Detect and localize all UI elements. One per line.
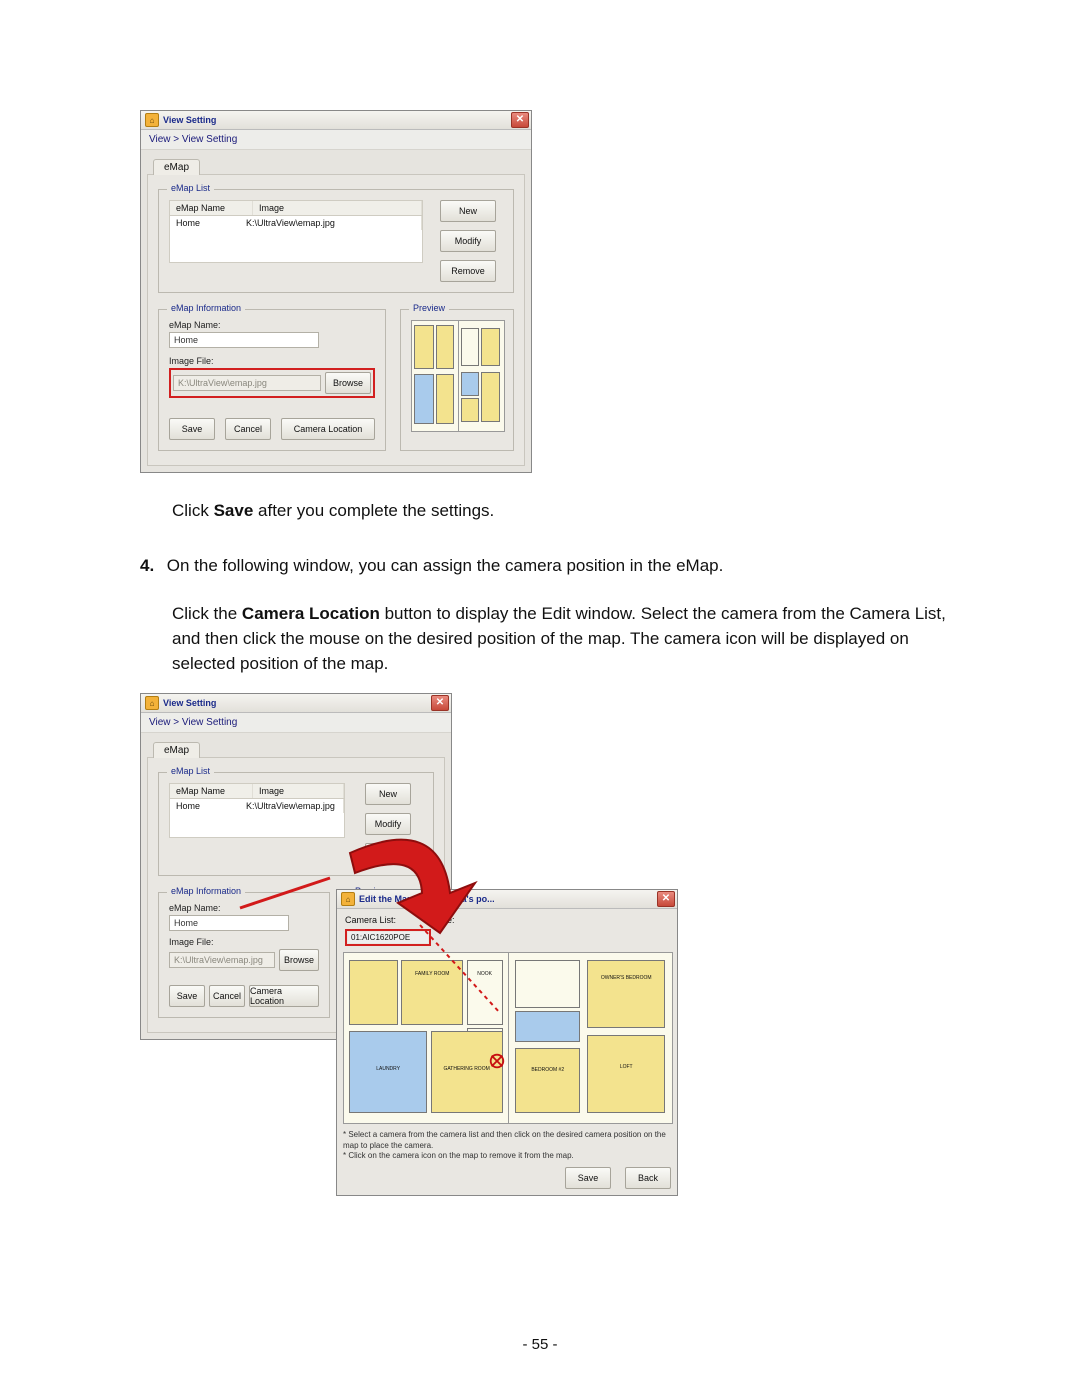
- camera-item-highlight: 01:AIC1620POE: [345, 929, 431, 946]
- tip-2: * Click on the camera icon on the map to…: [343, 1151, 671, 1161]
- cell-name: Home: [176, 218, 246, 228]
- modify-button[interactable]: Modify: [440, 230, 496, 252]
- camera-location-button[interactable]: Camera Location: [249, 985, 319, 1007]
- image-file-field: K:\UltraView\emap.jpg: [169, 952, 275, 968]
- instruction-click-save: Click Save after you complete the settin…: [172, 499, 950, 524]
- window-title: Edit the Map and Camera's po...: [359, 894, 495, 904]
- list-header: eMap Name Image: [169, 783, 345, 799]
- titlebar: ⌂ View Setting ✕: [141, 111, 531, 130]
- window-title: View Setting: [163, 698, 216, 708]
- new-button[interactable]: New: [440, 200, 496, 222]
- camera-list-item[interactable]: 01:AIC1620POE: [348, 932, 428, 943]
- instruction-step-4: 4. On the following window, you can assi…: [140, 554, 950, 579]
- image-file-label: Image File:: [169, 937, 319, 947]
- titlebar: ⌂ View Setting ✕: [141, 694, 451, 713]
- preview-floorplan: [411, 320, 505, 432]
- page-number: - 55 -: [522, 1336, 557, 1353]
- emap-name-field[interactable]: Home: [169, 332, 319, 348]
- image-file-label: Image File:: [169, 356, 375, 366]
- col-image: Image: [253, 784, 344, 798]
- tab-pane: eMap List eMap Name Image Home K:\UltraV…: [147, 174, 525, 466]
- col-emap-name: eMap Name: [170, 201, 253, 215]
- remove-button[interactable]: Remove: [365, 843, 411, 865]
- browse-button[interactable]: Browse: [279, 949, 319, 971]
- list-header: eMap Name Image: [169, 200, 423, 216]
- save-button[interactable]: Save: [169, 985, 205, 1007]
- image-file-field: K:\UltraView\emap.jpg: [173, 375, 321, 391]
- remove-button[interactable]: Remove: [440, 260, 496, 282]
- camera-list-label: Camera List:: [345, 915, 396, 925]
- edit-map-window: ⌂ Edit the Map and Camera's po... ✕ Came…: [336, 889, 678, 1196]
- save-button[interactable]: Save: [169, 418, 215, 440]
- group-emap-list: eMap List eMap Name Image Home K:\UltraV…: [158, 189, 514, 293]
- app-icon: ⌂: [145, 696, 159, 710]
- close-icon[interactable]: ✕: [431, 695, 449, 711]
- list-row[interactable]: Home K:\UltraView\emap.jpg: [170, 799, 344, 813]
- legend-preview: Preview: [409, 303, 449, 313]
- legend-emap-list: eMap List: [167, 183, 214, 193]
- cancel-button[interactable]: Cancel: [225, 418, 271, 440]
- group-emap-info: eMap Information eMap Name: Home Image F…: [158, 309, 386, 451]
- image-file-highlight: K:\UltraView\emap.jpg Browse: [169, 368, 375, 398]
- legend-emap-list: eMap List: [167, 766, 214, 776]
- camera-target-icon: [488, 1052, 506, 1070]
- view-setting-window-1: ⌂ View Setting ✕ View > View Setting eMa…: [140, 110, 532, 473]
- tab-emap[interactable]: eMap: [153, 742, 200, 758]
- modify-button[interactable]: Modify: [365, 813, 411, 835]
- app-icon: ⌂: [341, 892, 355, 906]
- list-row[interactable]: Home K:\UltraView\emap.jpg: [170, 216, 422, 230]
- edit-back-button[interactable]: Back: [625, 1167, 671, 1189]
- emap-name-field[interactable]: Home: [169, 915, 289, 931]
- tip-1: * Select a camera from the camera list a…: [343, 1130, 671, 1151]
- camera-location-button[interactable]: Camera Location: [281, 418, 375, 440]
- legend-emap-info: eMap Information: [167, 303, 245, 313]
- name-label: Name:: [428, 915, 455, 925]
- breadcrumb: View > View Setting: [141, 130, 531, 150]
- col-emap-name: eMap Name: [170, 784, 253, 798]
- col-image: Image: [253, 201, 422, 215]
- browse-button[interactable]: Browse: [325, 372, 371, 394]
- window-title: View Setting: [163, 115, 216, 125]
- cell-image: K:\UltraView\emap.jpg: [246, 801, 337, 811]
- instruction-camera-location: Click the Camera Location button to disp…: [172, 602, 950, 676]
- emap-name-label: eMap Name:: [169, 320, 375, 330]
- close-icon[interactable]: ✕: [511, 112, 529, 128]
- app-icon: ⌂: [145, 113, 159, 127]
- cancel-button[interactable]: Cancel: [209, 985, 245, 1007]
- emap-name-label: eMap Name:: [169, 903, 319, 913]
- tab-emap[interactable]: eMap: [153, 159, 200, 175]
- group-emap-info: eMap Information eMap Name: Home Image F…: [158, 892, 330, 1018]
- group-emap-list: eMap List eMap Name Image Home K:\UltraV…: [158, 772, 434, 876]
- legend-emap-info: eMap Information: [167, 886, 245, 896]
- breadcrumb: View > View Setting: [141, 713, 451, 733]
- cell-name: Home: [176, 801, 246, 811]
- cell-image: K:\UltraView\emap.jpg: [246, 218, 415, 228]
- edit-floorplan[interactable]: FAMILY ROOM NOOK LAUNDRY GATHERING ROOM …: [343, 952, 673, 1124]
- group-preview: Preview: [400, 309, 514, 451]
- list-body[interactable]: Home K:\UltraView\emap.jpg: [169, 216, 423, 263]
- close-icon[interactable]: ✕: [657, 891, 675, 907]
- edit-save-button[interactable]: Save: [565, 1167, 611, 1189]
- list-body[interactable]: Home K:\UltraView\emap.jpg: [169, 799, 345, 838]
- titlebar: ⌂ Edit the Map and Camera's po... ✕: [337, 890, 677, 909]
- new-button[interactable]: New: [365, 783, 411, 805]
